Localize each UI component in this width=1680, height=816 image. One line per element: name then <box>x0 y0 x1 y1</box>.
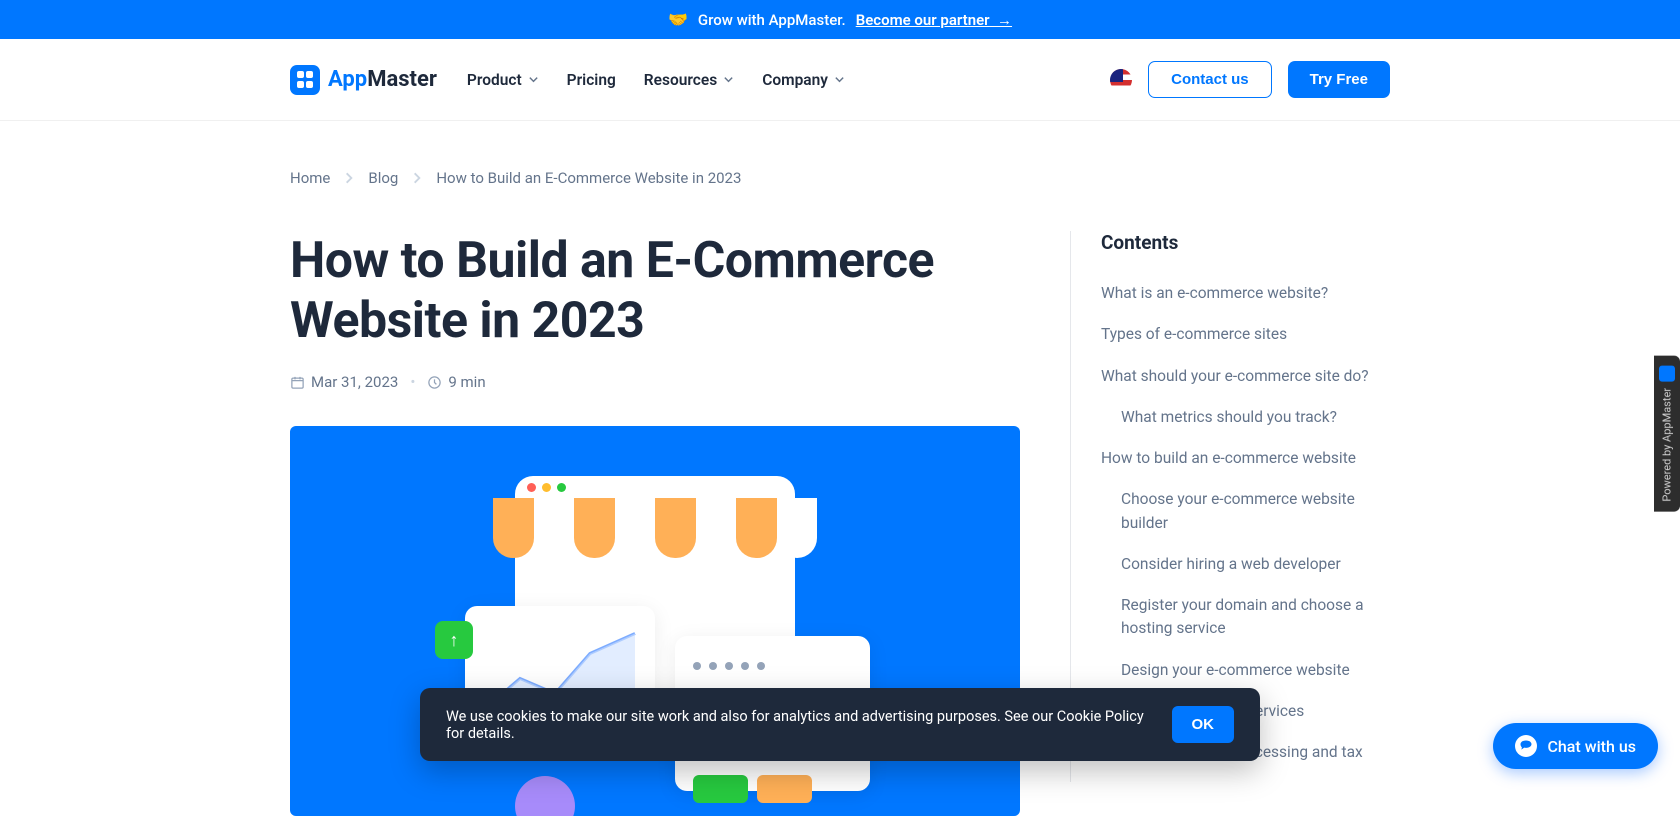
logo[interactable]: AppMaster <box>290 65 437 95</box>
nav-product[interactable]: Product <box>467 71 539 89</box>
appmaster-icon <box>1659 366 1675 382</box>
toc-item[interactable]: Design your e-commerce website <box>1101 659 1390 682</box>
chevron-right-icon <box>410 171 424 185</box>
promo-banner: 🤝 Grow with AppMaster. Become our partne… <box>0 0 1680 39</box>
handshake-icon: 🤝 <box>668 10 688 29</box>
toc-item[interactable]: What is an e-commerce website? <box>1101 282 1390 305</box>
toc-item[interactable]: What should your e-commerce site do? <box>1101 365 1390 388</box>
cookie-banner: We use cookies to make our site work and… <box>420 688 1260 761</box>
powered-by-tab[interactable]: Powered by AppMaster <box>1654 356 1680 512</box>
toc-item[interactable]: What metrics should you track? <box>1101 406 1390 429</box>
language-selector-icon[interactable] <box>1110 69 1132 91</box>
chat-button[interactable]: Chat with us <box>1493 723 1658 769</box>
arrow-up-icon: ↑ <box>435 621 473 659</box>
clock-icon <box>427 375 442 390</box>
article-readtime: 9 min <box>448 373 485 391</box>
breadcrumb-home[interactable]: Home <box>290 169 330 187</box>
nav-resources[interactable]: Resources <box>644 71 734 89</box>
chat-label: Chat with us <box>1547 737 1636 756</box>
nav-pricing[interactable]: Pricing <box>567 71 616 89</box>
calendar-icon <box>290 375 305 390</box>
article-date: Mar 31, 2023 <box>311 373 398 391</box>
chevron-down-icon <box>834 74 845 85</box>
breadcrumb-blog[interactable]: Blog <box>368 169 398 187</box>
chevron-down-icon <box>723 74 734 85</box>
contact-button[interactable]: Contact us <box>1148 61 1272 98</box>
chat-icon <box>1515 735 1537 757</box>
try-free-button[interactable]: Try Free <box>1288 61 1390 98</box>
toc-item[interactable]: Register your domain and choose a hostin… <box>1101 594 1390 641</box>
article-meta: Mar 31, 2023 • 9 min <box>290 373 1020 391</box>
cookie-ok-button[interactable]: OK <box>1172 706 1235 743</box>
toc-title: Contents <box>1101 231 1390 254</box>
page-title: How to Build an E-Commerce Website in 20… <box>290 231 1020 351</box>
logo-icon <box>290 65 320 95</box>
banner-text: Grow with AppMaster. <box>698 11 846 29</box>
toc-item[interactable]: Types of e-commerce sites <box>1101 323 1390 346</box>
banner-partner-link[interactable]: Become our partner → <box>856 11 1012 29</box>
toc-item[interactable]: Choose your e-commerce website builder <box>1101 488 1390 535</box>
chevron-right-icon <box>342 171 356 185</box>
cookie-text: We use cookies to make our site work and… <box>446 708 1150 742</box>
toc-item[interactable]: Consider hiring a web developer <box>1101 553 1390 576</box>
breadcrumb: Home Blog How to Build an E-Commerce Web… <box>290 169 1390 187</box>
breadcrumb-current: How to Build an E-Commerce Website in 20… <box>436 169 741 187</box>
toc-item[interactable]: How to build an e-commerce website <box>1101 447 1390 470</box>
nav-company[interactable]: Company <box>762 71 845 89</box>
main-nav: Product Pricing Resources Company <box>467 71 845 89</box>
chevron-down-icon <box>528 74 539 85</box>
site-header: AppMaster Product Pricing Resources Comp… <box>0 39 1680 121</box>
